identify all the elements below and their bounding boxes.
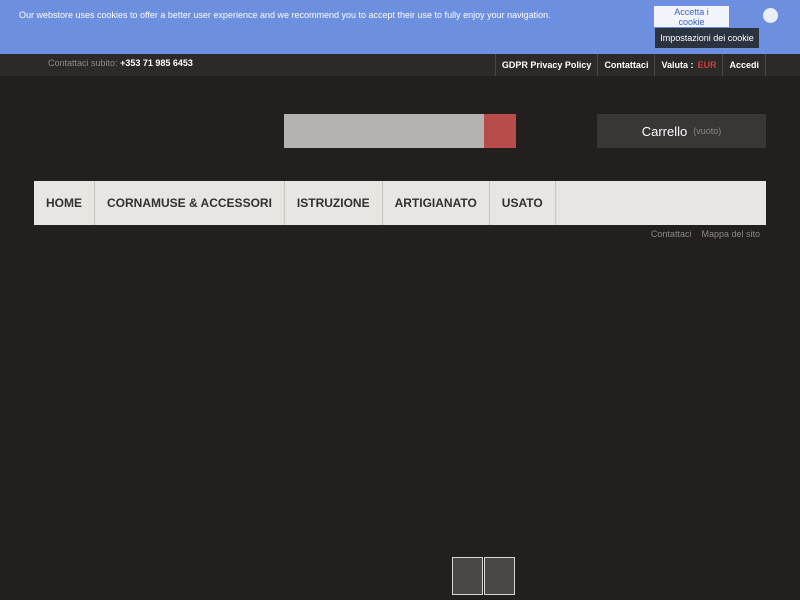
nav-item-artigianato[interactable]: ARTIGIANATO [383,181,490,225]
cookie-banner: Our webstore uses cookies to offer a bet… [0,0,800,54]
privacy-policy-link[interactable]: GDPR Privacy Policy [494,54,598,76]
currency-value: EUR [697,60,717,70]
close-icon[interactable] [763,8,778,23]
secondary-links: Contattaci Mappa del sito [651,229,760,239]
nav-item-home[interactable]: HOME [34,181,95,225]
nav-item-cornamuse-accessori[interactable]: CORNAMUSE & ACCESSORI [95,181,285,225]
cookie-settings-button[interactable]: Impostazioni dei cookie [655,28,759,48]
main-navigation: HOME CORNAMUSE & ACCESSORI ISTRUZIONE AR… [34,181,766,225]
nav-item-istruzione[interactable]: ISTRUZIONE [285,181,383,225]
cookie-message: Our webstore uses cookies to offer a bet… [19,10,551,20]
currency-label: Valuta : [661,60,694,70]
cart-button[interactable]: Carrello (vuoto) [597,114,766,148]
login-link[interactable]: Accedi [722,54,766,76]
search-button[interactable] [484,114,516,148]
phone-number: +353 71 985 6453 [120,58,193,68]
accept-cookies-button[interactable]: Accetta i cookie [654,6,729,27]
contact-link[interactable]: Contattaci [597,54,654,76]
top-bar: Contattaci subito: +353 71 985 6453 GDPR… [0,54,800,76]
contact-link-secondary[interactable]: Contattaci [651,229,692,239]
top-links: GDPR Privacy Policy Contattaci Valuta : … [494,54,766,76]
sitemap-link[interactable]: Mappa del sito [701,229,760,239]
currency-selector[interactable]: Valuta : EUR [654,54,722,76]
contact-prefix: Contattaci subito: [48,58,118,68]
search-input[interactable] [284,114,484,148]
slider-next-button[interactable] [484,557,515,595]
cart-status: (vuoto) [693,126,722,136]
contact-phone: Contattaci subito: +353 71 985 6453 [48,58,193,68]
nav-item-usato[interactable]: USATO [490,181,556,225]
slider-prev-button[interactable] [452,557,483,595]
cart-label: Carrello [641,123,688,139]
